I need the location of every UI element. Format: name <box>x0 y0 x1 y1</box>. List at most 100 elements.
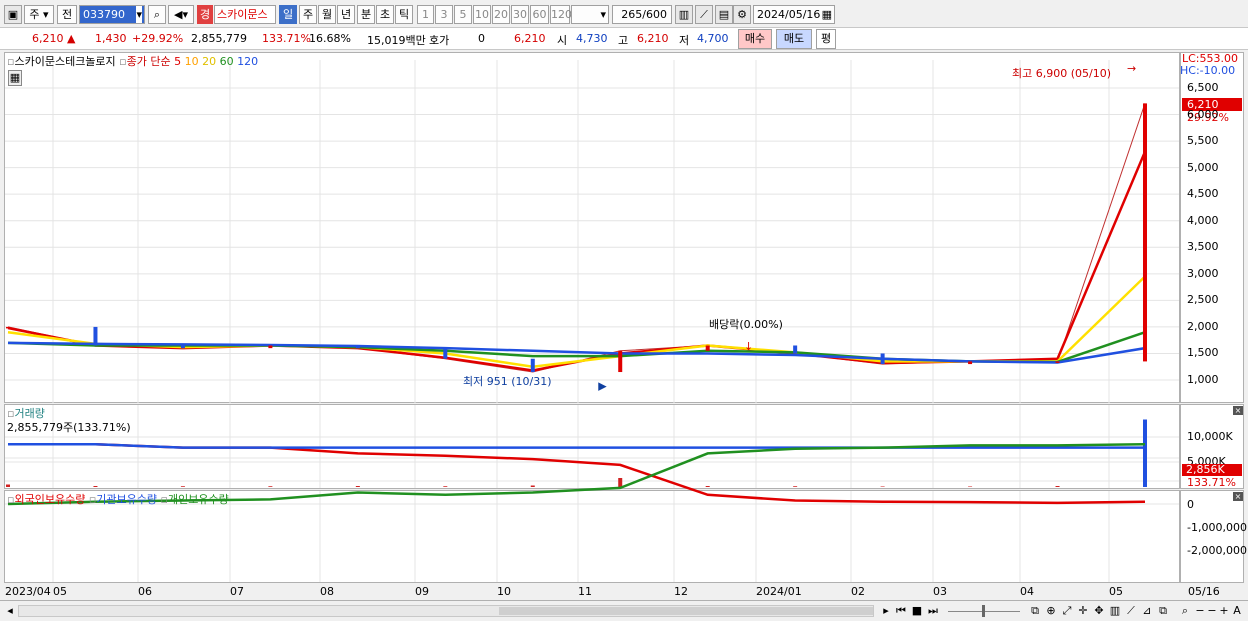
volume-bar <box>968 486 973 487</box>
volume-current-badge: 2,856K <box>1182 464 1242 476</box>
volume-value: 2,855,779주(133.71%) <box>7 421 131 434</box>
x-axis-label: 06 <box>138 585 152 598</box>
holdings-tick: -1,000,000 <box>1187 521 1247 534</box>
volume-bar <box>793 486 798 487</box>
duplicate-icon[interactable]: ⧉ <box>1156 604 1170 618</box>
minus-icon[interactable]: − <box>1206 604 1218 618</box>
crosshair-icon[interactable]: ✛ <box>1076 604 1090 618</box>
price-tick-label: 3,000 <box>1187 266 1219 280</box>
table-icon[interactable]: ▦ <box>8 70 22 86</box>
copy-icon[interactable]: ⧉ <box>1028 604 1042 618</box>
x-axis-label: 2024/01 <box>756 585 802 598</box>
volume-bar <box>443 486 448 487</box>
x-axis-label: 05 <box>53 585 67 598</box>
chart-svg: → ▶ ↓ <box>5 60 1179 582</box>
volume-bar <box>705 486 710 487</box>
candle <box>530 358 535 373</box>
trend-icon[interactable]: ⟋ <box>1124 604 1138 618</box>
holdings-tick: -2,000,000 <box>1187 544 1247 557</box>
low-annotation: 최저 951 (10/31) <box>463 375 552 388</box>
price-tick-label: 3,500 <box>1187 240 1219 254</box>
volume-current-pct: 133.71% <box>1187 476 1236 489</box>
legend-individual: 개인보유수량 <box>167 493 229 506</box>
pan-icon[interactable]: ✥ <box>1092 604 1106 618</box>
bottom-bar: ◂ ▸ ⏮ ■ ⏭ ⧉ ⊕ ⤢ ✛ ✥ ▥ ⟋ ⊿ ⧉ ⌕ − − + A <box>0 600 1248 621</box>
price-tick-label: 2,500 <box>1187 293 1219 307</box>
legend-ma-10: 10 <box>184 55 199 68</box>
candle <box>93 326 98 346</box>
scrollbar-thumb[interactable] <box>499 607 873 615</box>
candle <box>6 326 10 329</box>
price-tick-label: 5,000 <box>1187 160 1219 174</box>
dividend-arrow-icon: ↓ <box>744 340 753 353</box>
x-axis-label: 09 <box>415 585 429 598</box>
x-axis-label: 2023/04 <box>5 585 51 598</box>
x-axis-label: 03 <box>933 585 947 598</box>
volume-bar <box>180 486 185 487</box>
candle <box>793 345 798 354</box>
price-series-line <box>7 103 1146 373</box>
scroll-left-icon[interactable]: ◂ <box>4 604 16 618</box>
volume-bar <box>618 478 623 487</box>
x-axis-label: 12 <box>674 585 688 598</box>
volume-bar <box>6 484 10 487</box>
candle <box>180 345 185 349</box>
high-arrow-icon: → <box>1127 62 1136 75</box>
price-legend: ▫스카이문스테크놀로지 ▫종가 단순 5 10 20 60 120 <box>7 53 258 69</box>
high-annotation: 최고 6,900 (05/10) <box>1012 67 1112 80</box>
legend-institution: 기관보유수량 <box>96 493 158 506</box>
legend-ma-title: 종가 단순 <box>126 55 171 68</box>
ruler-icon[interactable]: ⊿ <box>1140 604 1154 618</box>
bar-icon[interactable]: ▥ <box>1108 604 1122 618</box>
close-icon[interactable]: × <box>1233 406 1243 415</box>
candle <box>355 345 360 349</box>
plus-icon[interactable]: + <box>1218 604 1230 618</box>
font-size-icon[interactable]: A <box>1230 604 1244 618</box>
legend-ma-60: 60 <box>219 55 234 68</box>
price-tick-label: 4,000 <box>1187 213 1219 227</box>
price-tick-label: 6,000 <box>1187 107 1219 121</box>
candle <box>880 353 885 365</box>
price-tick-label: 1,500 <box>1187 346 1219 360</box>
candle <box>968 361 973 365</box>
legend-stock-name: 스카이문스테크놀로지 <box>14 55 116 68</box>
legend-ma-120: 120 <box>237 55 259 68</box>
x-axis-label: 08 <box>320 585 334 598</box>
candle <box>705 345 710 351</box>
x-axis-label: 10 <box>497 585 511 598</box>
volume-bar <box>93 486 98 487</box>
scroll-right-icon[interactable]: ▸ <box>880 604 892 618</box>
volume-bar <box>1143 419 1147 487</box>
holdings-tick: 0 <box>1187 498 1194 511</box>
legend-ma-5: 5 <box>174 55 182 68</box>
candle <box>1055 361 1060 363</box>
magnifier-icon[interactable]: ⌕ <box>1178 604 1192 618</box>
x-axis-label: 05 <box>1109 585 1123 598</box>
volume-bar <box>880 486 885 487</box>
x-axis-label: 02 <box>851 585 865 598</box>
close-icon[interactable]: × <box>1233 492 1243 501</box>
zoom-out-icon[interactable]: − <box>1194 604 1206 618</box>
x-axis-label: 11 <box>578 585 592 598</box>
forward-icon[interactable]: ⏭ <box>926 604 940 618</box>
candle <box>618 350 623 373</box>
dividend-annotation: 배당락(0.00%) <box>709 318 783 331</box>
legend-ma-20: 20 <box>202 55 217 68</box>
horizontal-scrollbar[interactable] <box>18 605 874 617</box>
volume-bar <box>1055 486 1060 487</box>
x-axis-label: 04 <box>1020 585 1034 598</box>
zoom-slider-handle[interactable] <box>982 605 985 617</box>
fit-icon[interactable]: ⤢ <box>1060 604 1074 618</box>
legend-square-icon: ▫ <box>160 493 168 506</box>
volume-bar <box>355 486 360 487</box>
rewind-icon[interactable]: ⏮ <box>894 604 908 618</box>
price-tick-label: 6,500 <box>1187 81 1219 94</box>
candle <box>1143 103 1147 362</box>
volume-bar <box>530 485 535 487</box>
low-arrow-icon: ▶ <box>598 379 607 392</box>
holdings-legend: ▫외국인보유수량 ▫기관보유수량 ▫개인보유수량 <box>7 491 229 507</box>
stop-icon[interactable]: ■ <box>910 604 924 618</box>
x-axis-label: 07 <box>230 585 244 598</box>
zoom-in-icon[interactable]: ⊕ <box>1044 604 1058 618</box>
price-series-line <box>7 151 1147 372</box>
